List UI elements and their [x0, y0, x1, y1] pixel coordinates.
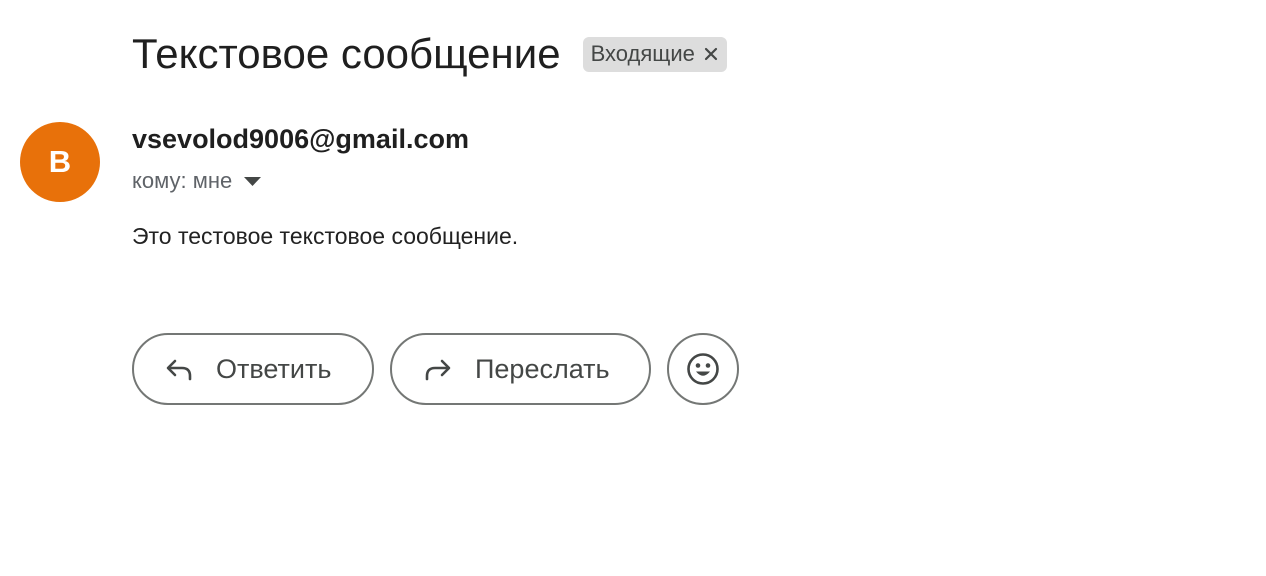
action-buttons: Ответить Переслать — [132, 333, 739, 405]
recipients-row[interactable]: кому: мне — [132, 168, 262, 194]
sender-email[interactable]: vsevolod9006@gmail.com — [132, 124, 469, 155]
reply-button[interactable]: Ответить — [132, 333, 374, 405]
reply-icon — [166, 359, 192, 381]
subject-row: Текстовое сообщение Входящие — [132, 28, 727, 80]
sender-avatar[interactable]: В — [20, 122, 100, 202]
forward-button[interactable]: Переслать — [390, 333, 651, 405]
email-view: Текстовое сообщение Входящие В vsevolod9… — [0, 0, 1266, 576]
label-chip-text: Входящие — [590, 41, 695, 66]
emoji-icon — [687, 353, 719, 385]
reply-button-label: Ответить — [216, 353, 332, 384]
close-icon[interactable] — [704, 47, 718, 61]
label-chip-inbox[interactable]: Входящие — [582, 36, 727, 72]
chevron-down-icon[interactable] — [244, 176, 262, 186]
email-subject: Текстовое сообщение — [132, 30, 561, 77]
recipients-text: кому: мне — [132, 168, 233, 193]
forward-icon — [425, 359, 451, 381]
forward-button-label: Переслать — [475, 353, 610, 384]
email-body: Это тестовое текстовое сообщение. — [132, 223, 519, 249]
emoji-reaction-button[interactable] — [667, 333, 739, 405]
avatar-letter: В — [48, 144, 72, 179]
